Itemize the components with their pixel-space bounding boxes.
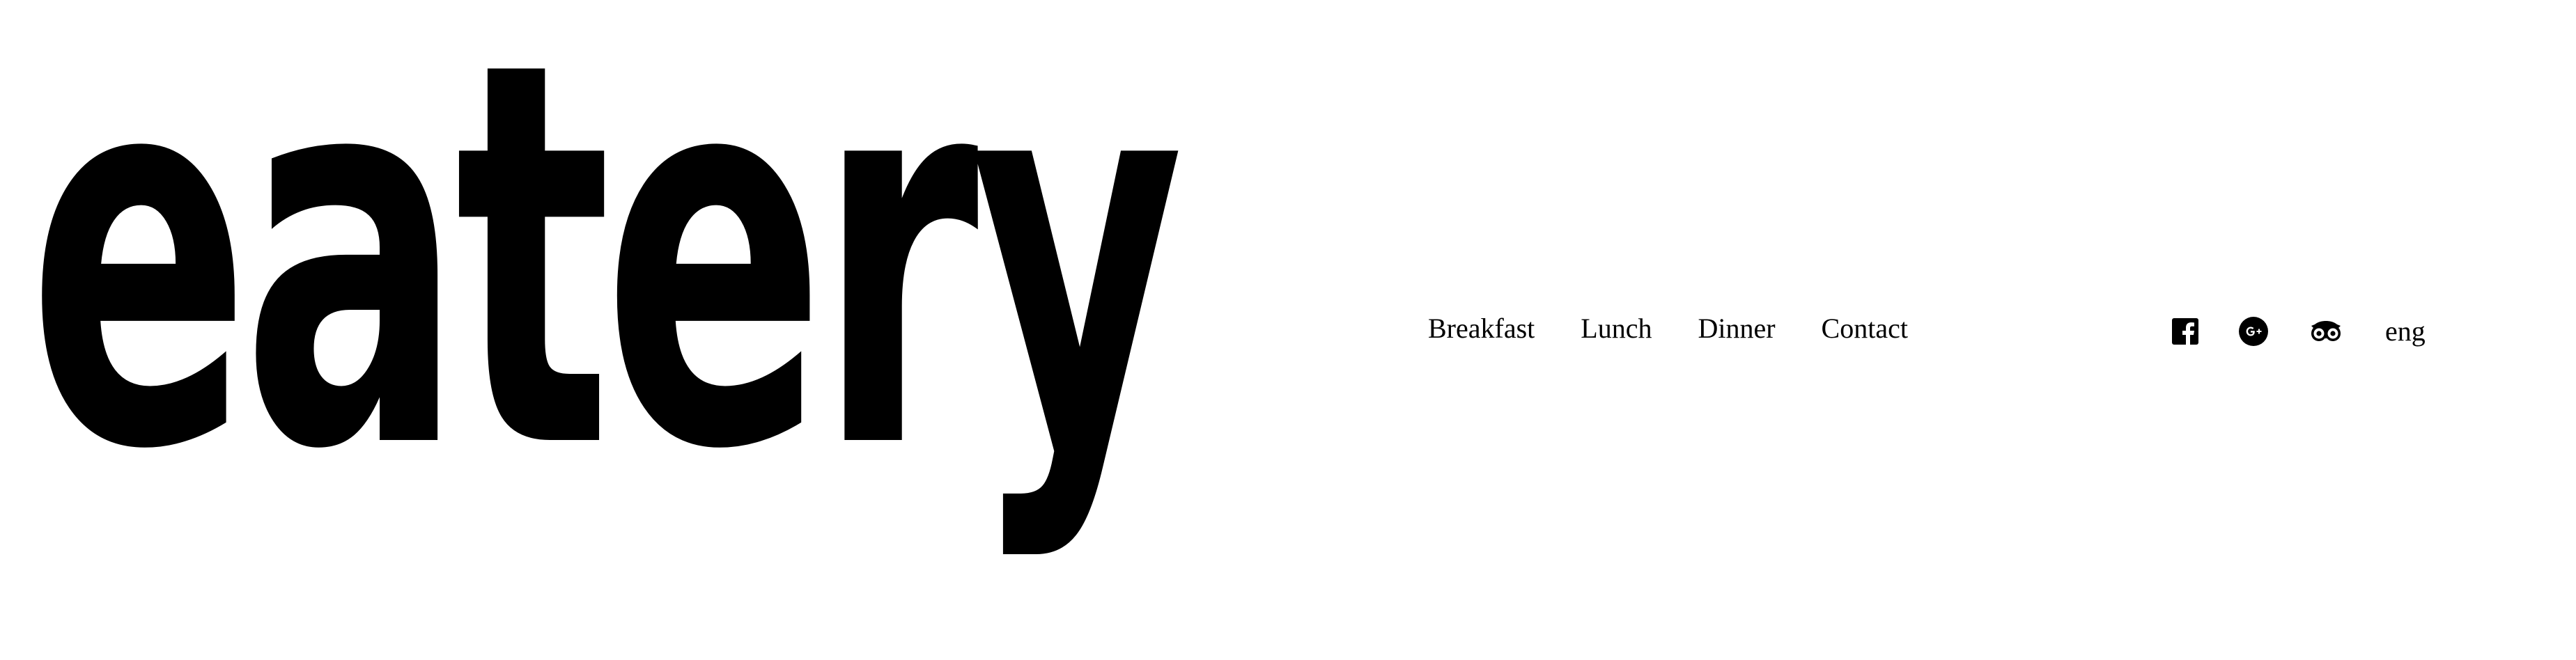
language-selector[interactable]: eng [2385,315,2426,347]
nav-item-breakfast[interactable]: Breakfast [1428,312,1535,345]
logo-link[interactable]: eatery [28,0,1351,660]
main-nav: Breakfast Lunch Dinner Contact [1428,312,1908,345]
nav-item-dinner[interactable]: Dinner [1698,312,1775,345]
nav-item-contact[interactable]: Contact [1822,312,1908,345]
facebook-icon[interactable] [2172,317,2198,345]
social-links: eng [2172,315,2426,347]
nav-item-lunch[interactable]: Lunch [1581,312,1652,345]
google-plus-icon[interactable] [2239,316,2268,346]
logo-wordmark: eatery [28,0,1184,565]
tripadvisor-icon[interactable] [2309,320,2343,343]
